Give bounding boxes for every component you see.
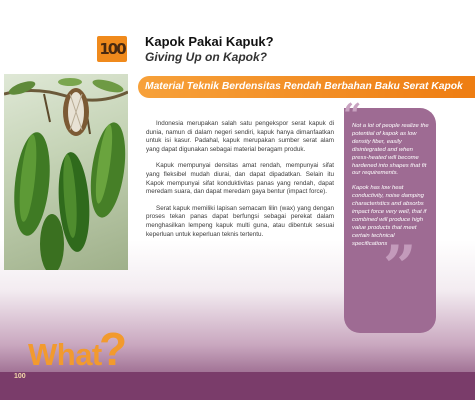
- body-text: Indonesia merupakan salah satu pengekspo…: [146, 120, 334, 247]
- logo-100-badge: 100: [97, 36, 127, 62]
- body-paragraph: Kapuk mempunyai densitas amat rendah, me…: [146, 162, 334, 196]
- footer-bar: [0, 372, 475, 400]
- logo-text: 100: [99, 40, 126, 58]
- what-heading: What: [28, 337, 102, 372]
- open-quote-mark-icon: “: [343, 96, 362, 134]
- question-mark: ?: [99, 323, 128, 375]
- body-paragraph: Serat kapuk memiliki lapisan semacam lil…: [146, 204, 334, 238]
- kapok-tree-illustration: [4, 78, 128, 270]
- quote-paragraph: Not a lot of people realize the potentia…: [352, 123, 429, 177]
- section-banner: Material Teknik Berdensitas Rendah Berba…: [138, 76, 475, 98]
- close-quote-mark-icon: ”: [383, 233, 417, 301]
- page-title: Kapok Pakai Kapuk?: [145, 34, 274, 49]
- page-subtitle: Giving Up on Kapok?: [145, 50, 267, 64]
- page-number: 100: [14, 373, 26, 380]
- kapok-pods-photo: [4, 74, 128, 270]
- body-paragraph: Indonesia merupakan salah satu pengekspo…: [146, 120, 334, 153]
- document-page: 100 Kapok Pakai Kapuk? Giving Up on Kapo…: [0, 0, 475, 400]
